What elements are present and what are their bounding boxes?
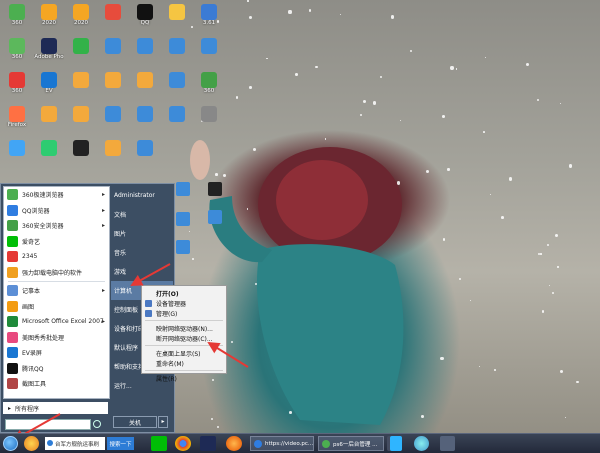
search-engine-icon xyxy=(47,440,53,446)
admin-task-icon xyxy=(322,440,330,448)
taskbar-chrome-icon[interactable] xyxy=(175,436,191,451)
taskbar-task-admin[interactable]: ps6一后台管理 ... xyxy=(318,436,384,451)
taskbar-search-button[interactable]: 搜索一下 xyxy=(107,437,134,450)
taskbar-photoshop-icon[interactable] xyxy=(200,436,216,451)
taskbar-app-icon-3[interactable] xyxy=(440,436,455,451)
admin-task-label: ps6一后台管理 ... xyxy=(333,441,378,448)
taskbar-iqiyi-icon[interactable] xyxy=(151,436,167,451)
taskbar-search-input[interactable]: 台军方舰航运事刷 xyxy=(45,437,105,450)
arrow-to-show-on-desktop xyxy=(207,341,249,368)
taskbar-360-icon[interactable] xyxy=(24,436,39,451)
taskbar-app-icon-2[interactable] xyxy=(414,436,429,451)
taskbar-picpick-icon[interactable] xyxy=(390,436,402,451)
arrow-to-computer xyxy=(130,263,171,286)
taskbar-task-browser[interactable]: https://video.pc... xyxy=(250,436,314,451)
taskbar-firefox-icon[interactable] xyxy=(226,436,242,451)
browser-task-label: https://video.pc... xyxy=(265,440,314,447)
taskbar: 台军方舰航运事刷 搜索一下 https://video.pc... ps6一后台… xyxy=(0,433,600,453)
browser-task-icon xyxy=(254,440,262,448)
start-button[interactable] xyxy=(3,436,18,451)
taskbar-search-button-label: 搜索一下 xyxy=(109,441,132,448)
annotation-arrows xyxy=(12,263,249,441)
